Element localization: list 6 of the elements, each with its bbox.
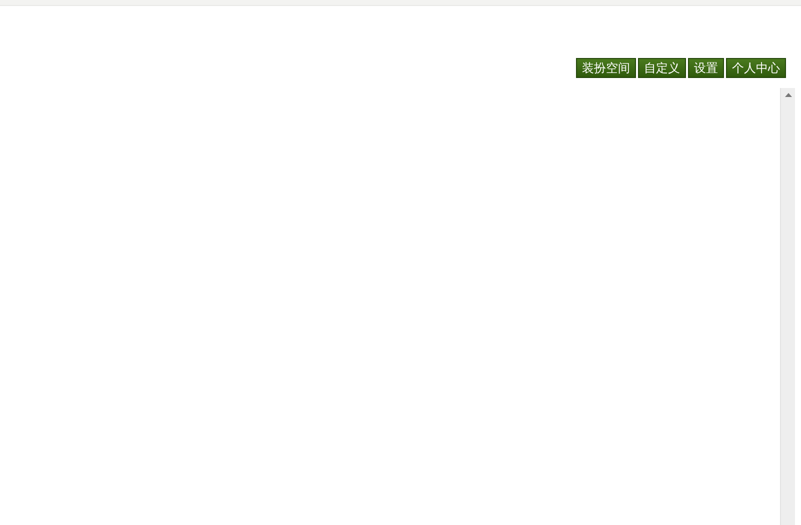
scroll-up-icon[interactable] <box>784 93 792 97</box>
toolbar-button[interactable]: 设置 <box>688 58 724 78</box>
toolbar-button[interactable]: 自定义 <box>638 58 686 78</box>
toolbar-button[interactable]: 个人中心 <box>726 58 786 78</box>
toolbar-button[interactable]: 装扮空间 <box>576 58 636 78</box>
scrollbar[interactable] <box>780 88 795 525</box>
